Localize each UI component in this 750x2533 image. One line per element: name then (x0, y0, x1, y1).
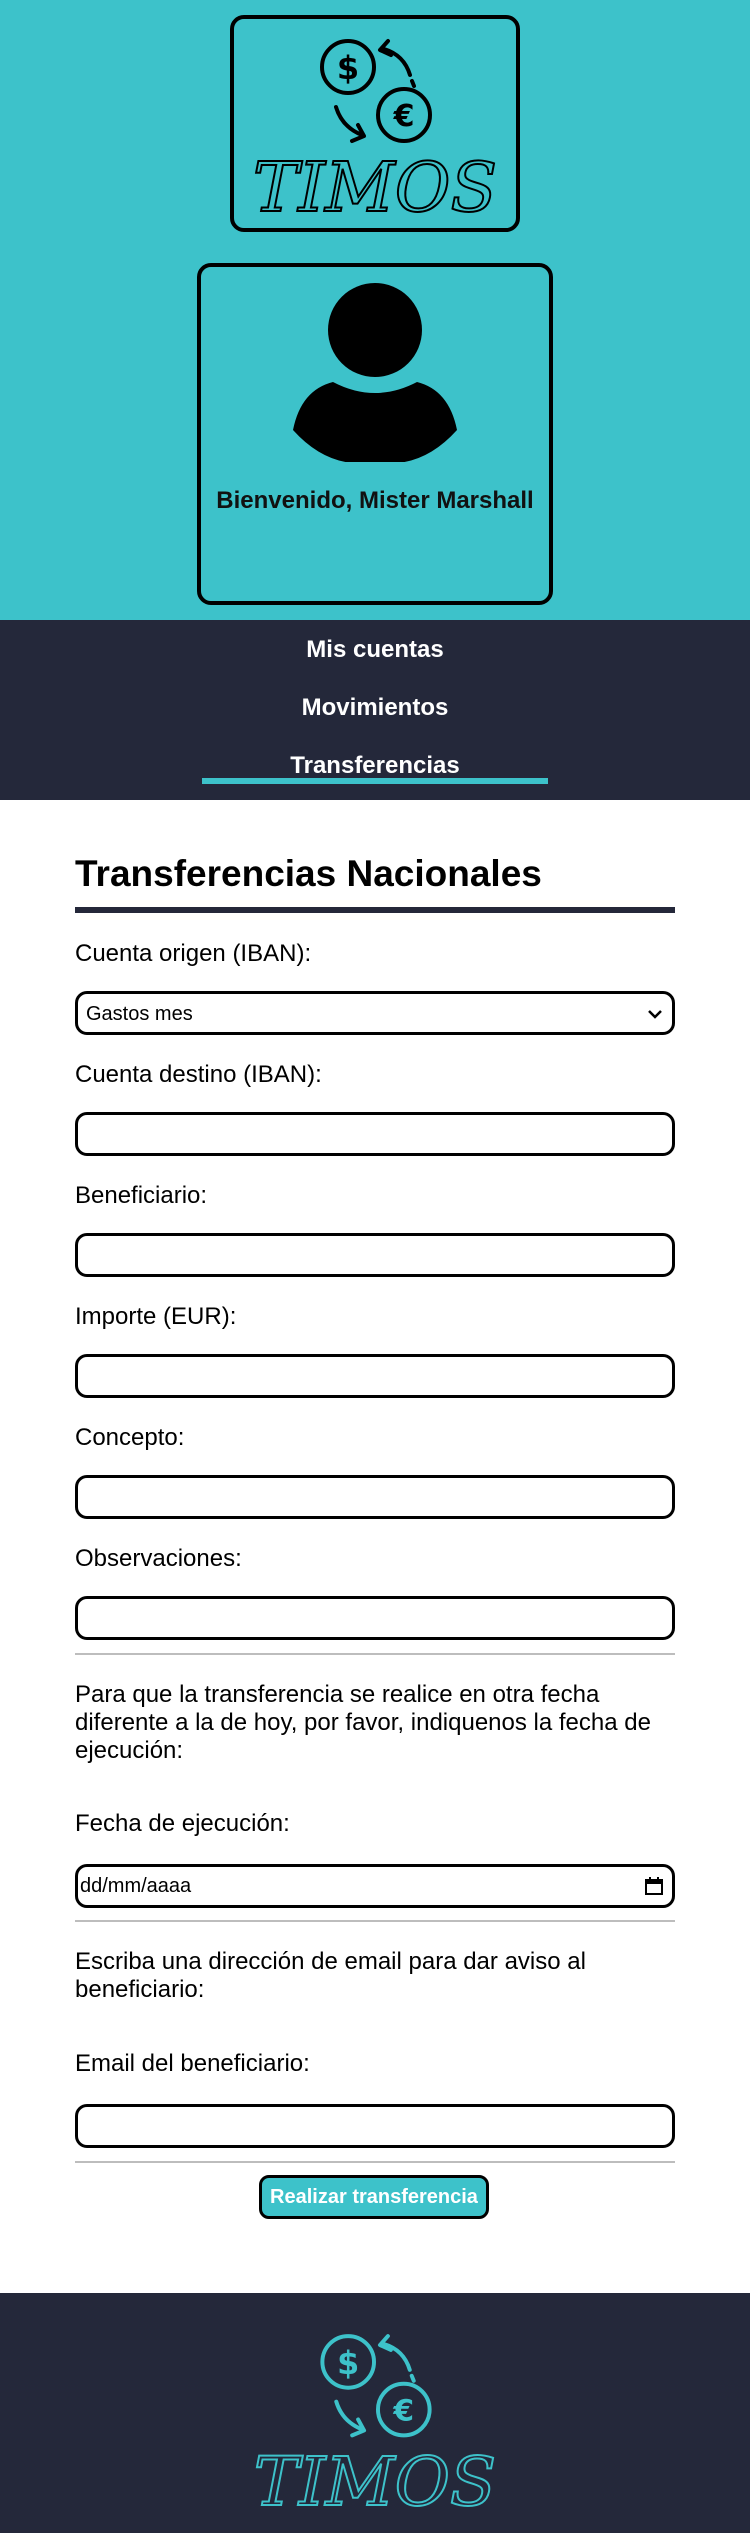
nav-item-movimientos[interactable]: Movimientos (0, 694, 750, 722)
beneficiary-email-input[interactable] (75, 2104, 675, 2148)
nav-item-transferencias[interactable]: Transferencias (0, 752, 750, 780)
svg-text:TIMOS: TIMOS (253, 149, 497, 228)
footer: $ € TIMOS (0, 2293, 750, 2533)
chevron-down-icon (648, 1010, 662, 1019)
svg-text:$: $ (337, 2346, 359, 2382)
currency-exchange-icon: $ € TIMOS (252, 39, 498, 228)
destination-account-label: Cuenta destino (IBAN): (75, 1061, 322, 1088)
header: $ € TIMOS Bienvenido, Mister Marshall (0, 0, 750, 620)
origin-account-select[interactable]: Gastos mes (75, 991, 675, 1035)
destination-account-input[interactable] (75, 1112, 675, 1156)
beneficiary-input[interactable] (75, 1233, 675, 1277)
email-note: Escriba una dirección de email para dar … (75, 1948, 586, 2003)
execution-date-input[interactable]: dd/mm/aaaa (75, 1864, 675, 1908)
submit-transfer-button[interactable]: Realizar transferencia (259, 2175, 489, 2219)
footer-logo-icon: $ € TIMOS (253, 2334, 497, 2522)
concept-label: Concepto: (75, 1424, 185, 1451)
date-placeholder: dd/mm/aaaa (80, 1875, 192, 1897)
notes-input[interactable] (75, 1596, 675, 1640)
user-avatar-icon (293, 283, 457, 462)
date-note: Para que la transferencia se realice en … (75, 1681, 651, 1764)
svg-text:€: € (392, 2393, 414, 2428)
execution-date-label: Fecha de ejecución: (75, 1810, 290, 1837)
beneficiary-email-label: Email del beneficiario: (75, 2050, 310, 2077)
concept-input[interactable] (75, 1475, 675, 1519)
origin-account-label: Cuenta origen (IBAN): (75, 940, 312, 967)
active-nav-indicator (202, 778, 548, 784)
beneficiary-label: Beneficiario: (75, 1182, 208, 1209)
welcome-message: Bienvenido, Mister Marshall (216, 487, 534, 514)
page-title: Transferencias Nacionales (75, 853, 542, 894)
notes-label: Observaciones: (75, 1545, 242, 1572)
svg-text:$: $ (337, 49, 359, 87)
divider (75, 2161, 675, 2163)
title-divider (75, 907, 675, 913)
calendar-icon[interactable] (644, 1876, 664, 1896)
main-nav: Mis cuentas Movimientos Transferencias (0, 620, 750, 800)
amount-input[interactable] (75, 1354, 675, 1398)
divider (75, 1653, 675, 1655)
svg-text:TIMOS: TIMOS (254, 2442, 496, 2521)
logo[interactable]: $ € TIMOS (230, 15, 520, 232)
divider (75, 1920, 675, 1922)
nav-item-mis-cuentas[interactable]: Mis cuentas (0, 636, 750, 664)
origin-account-value: Gastos mes (86, 1003, 193, 1025)
svg-text:€: € (393, 99, 415, 134)
amount-label: Importe (EUR): (75, 1303, 237, 1330)
user-card: Bienvenido, Mister Marshall (197, 263, 553, 605)
